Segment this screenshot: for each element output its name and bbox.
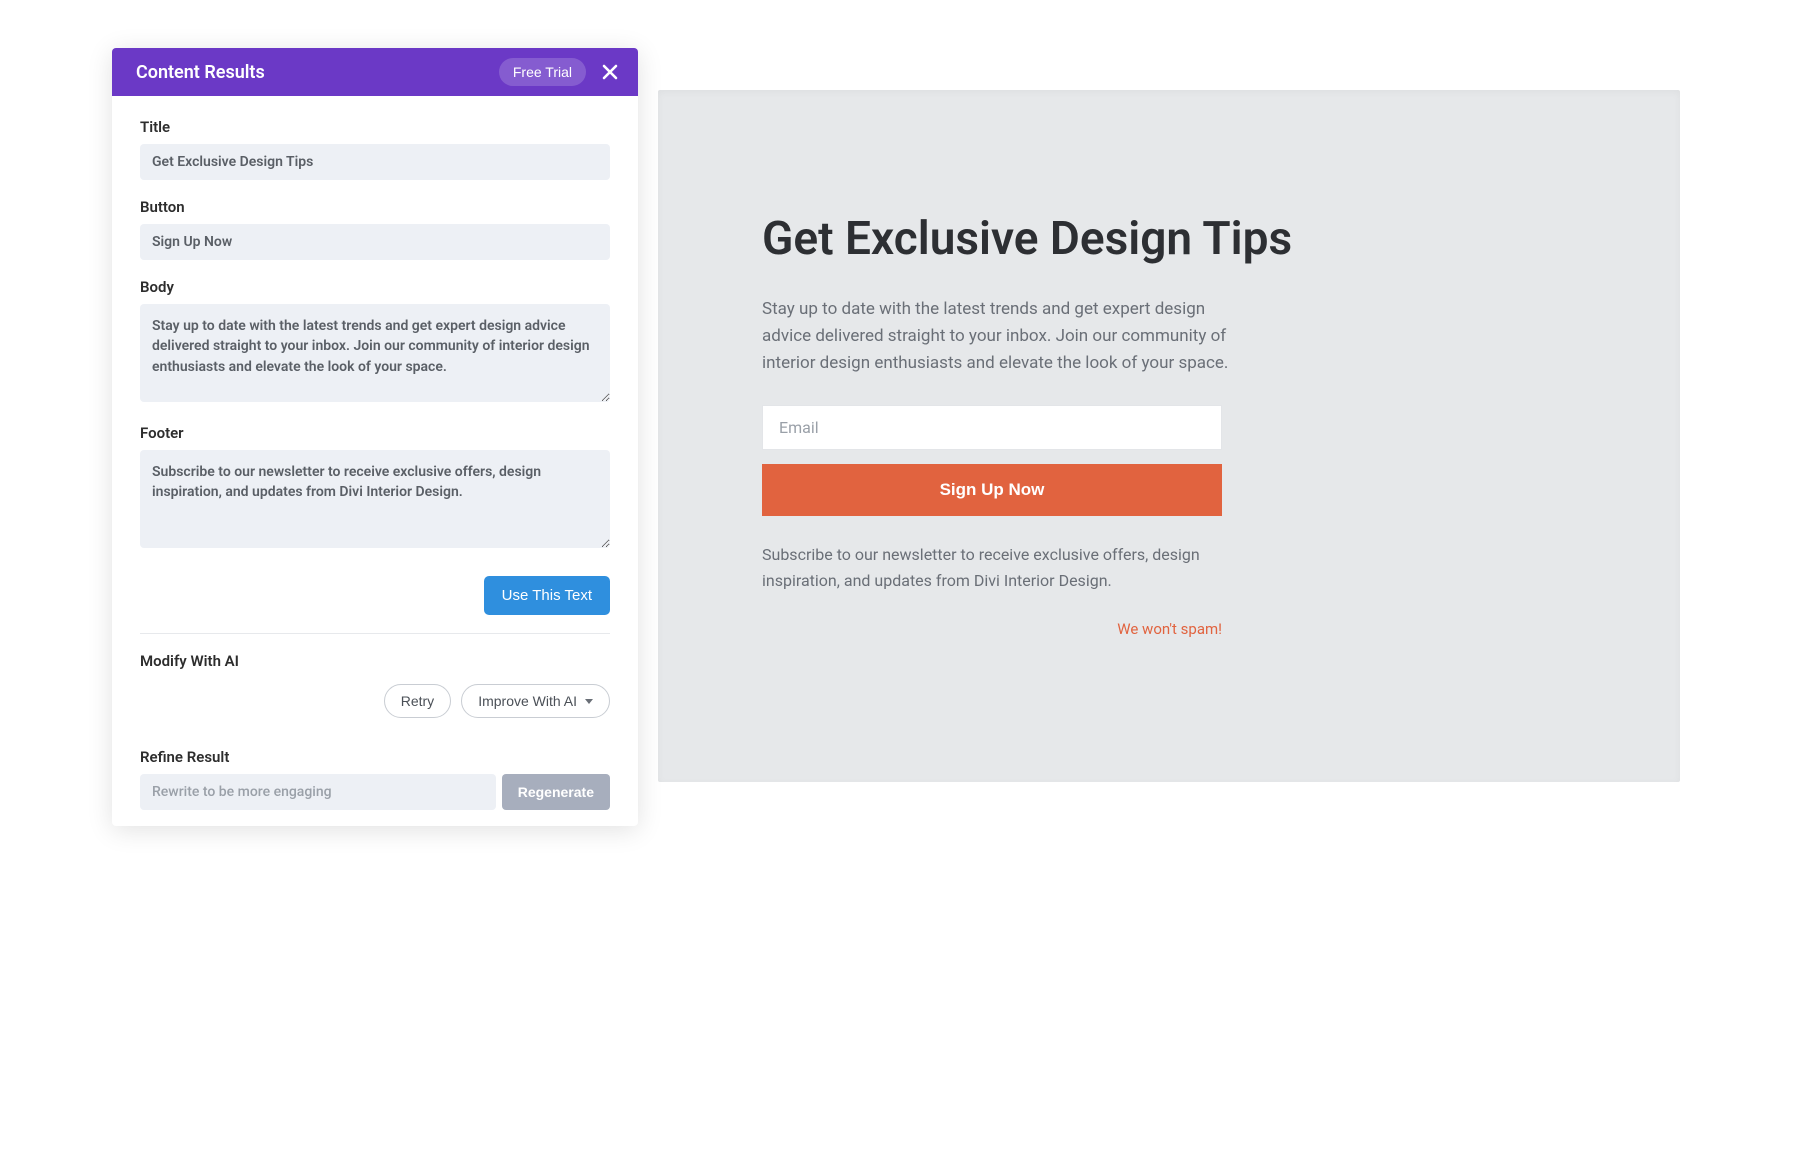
title-field-label: Title (140, 118, 610, 136)
content-results-panel: Content Results Free Trial Title Button … (112, 48, 638, 826)
improve-with-ai-button[interactable]: Improve With AI (461, 684, 610, 718)
chevron-down-icon (585, 699, 593, 704)
footer-field-label: Footer (140, 424, 610, 442)
preview-body-text: Stay up to date with the latest trends a… (762, 296, 1232, 378)
sign-up-button[interactable]: Sign Up Now (762, 464, 1222, 516)
footer-textarea[interactable] (140, 450, 610, 548)
modify-with-ai-label: Modify With AI (140, 652, 610, 670)
panel-title: Content Results (136, 62, 265, 83)
refine-input[interactable] (140, 774, 496, 810)
button-field-label: Button (140, 198, 610, 216)
preview-footer-text: Subscribe to our newsletter to receive e… (762, 542, 1202, 593)
panel-header: Content Results Free Trial (112, 48, 638, 96)
retry-button-label: Retry (401, 693, 434, 709)
email-field[interactable] (762, 405, 1222, 450)
close-icon[interactable] (598, 60, 622, 84)
retry-button[interactable]: Retry (384, 684, 451, 718)
preview-title: Get Exclusive Design Tips (762, 210, 1576, 270)
regenerate-button[interactable]: Regenerate (502, 774, 610, 810)
refine-result-label: Refine Result (140, 748, 610, 766)
improve-with-ai-label: Improve With AI (478, 693, 577, 709)
body-textarea[interactable] (140, 304, 610, 402)
button-input[interactable] (140, 224, 610, 260)
use-this-text-button[interactable]: Use This Text (484, 576, 610, 615)
preview-pane: Get Exclusive Design Tips Stay up to dat… (658, 90, 1680, 782)
title-input[interactable] (140, 144, 610, 180)
spam-note: We won't spam! (762, 620, 1222, 638)
body-field-label: Body (140, 278, 610, 296)
free-trial-button[interactable]: Free Trial (499, 58, 586, 86)
